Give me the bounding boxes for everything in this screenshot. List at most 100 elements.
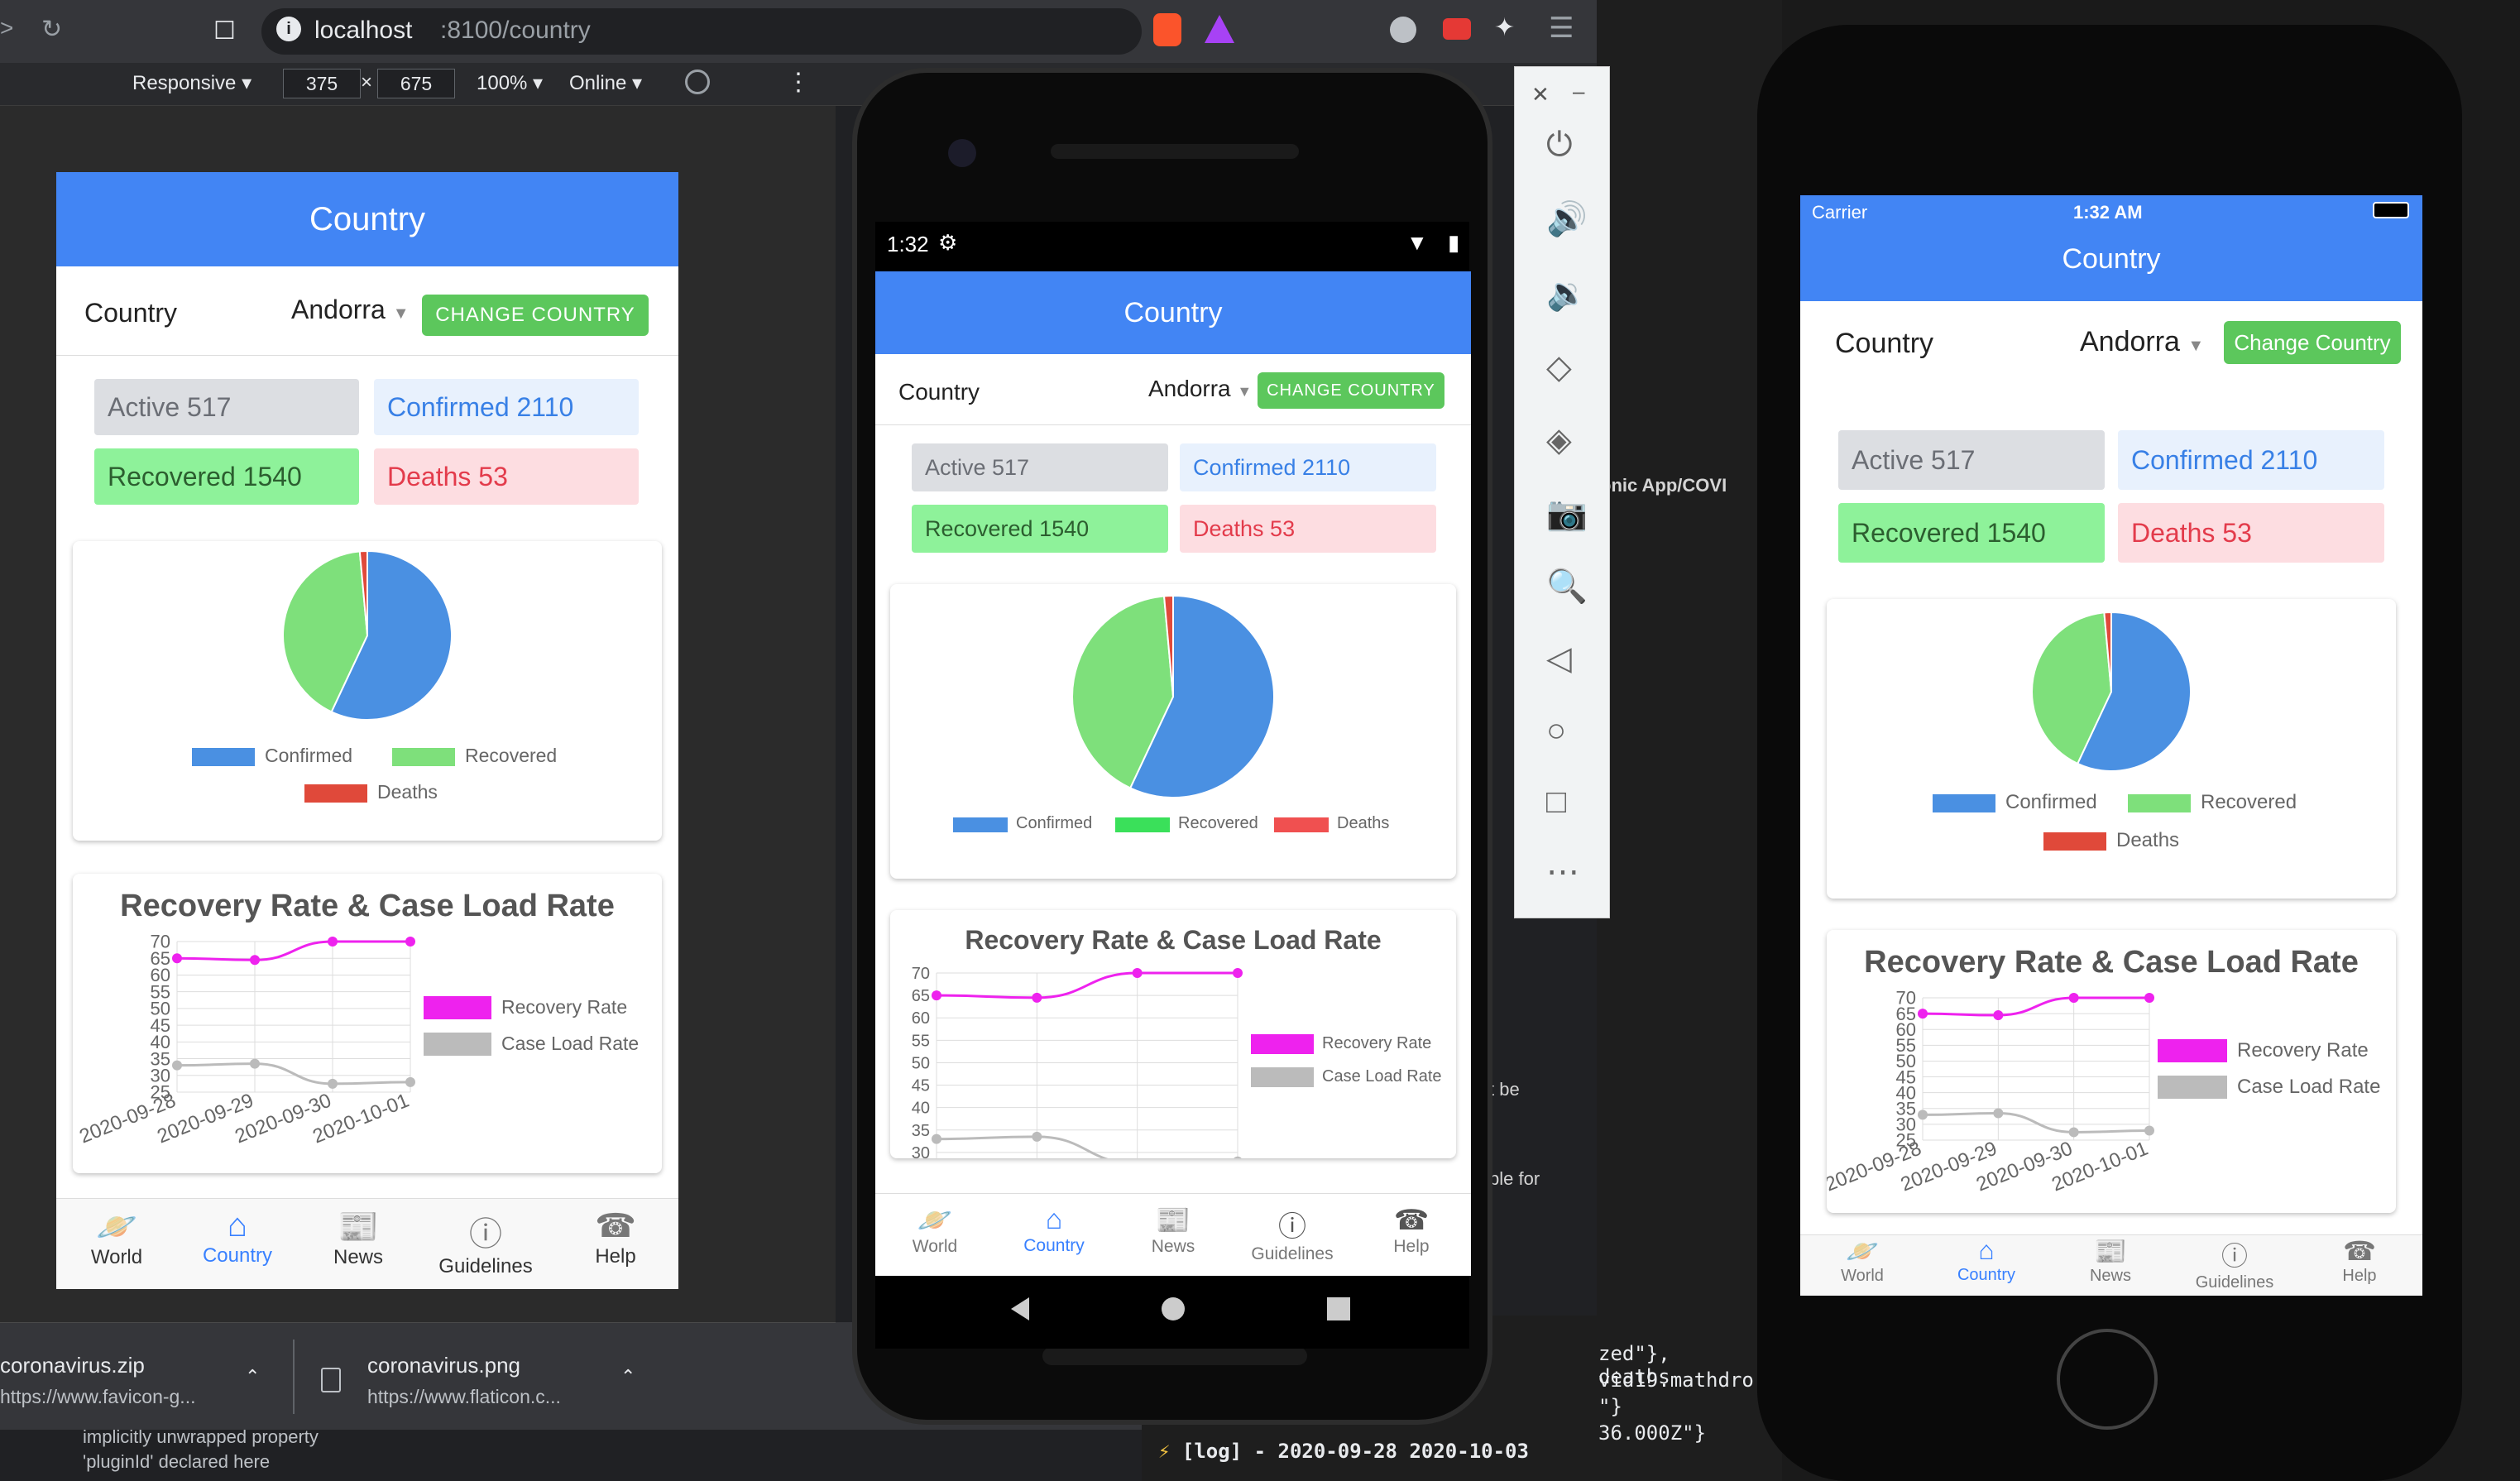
overview-icon[interactable] bbox=[1327, 1297, 1350, 1320]
download-item[interactable]: coronavirus.zip https://www.favicon-g...… bbox=[0, 1323, 290, 1431]
terminal-line: 36.000Z"} bbox=[1598, 1421, 1707, 1445]
info-circle-icon: ⓘ bbox=[469, 1216, 502, 1253]
back-icon[interactable]: ◁ bbox=[1546, 640, 1572, 678]
legend-label: Confirmed bbox=[265, 745, 353, 766]
tab-help[interactable]: ☎ Help bbox=[1352, 1204, 1471, 1257]
data-point bbox=[250, 955, 260, 966]
country-select[interactable]: Andorra ▼ bbox=[291, 295, 410, 325]
bookmark-icon[interactable]: ☐ bbox=[213, 17, 236, 46]
brave-shield-icon[interactable] bbox=[1153, 13, 1181, 46]
pie-card: Confirmed Recovered Deaths bbox=[73, 541, 662, 841]
data-point bbox=[2068, 993, 2079, 1003]
zoom-icon[interactable]: 🔍 bbox=[1546, 567, 1588, 606]
data-point bbox=[1032, 992, 1042, 1003]
legend-swatch-recovery bbox=[2158, 1039, 2227, 1062]
reload-icon[interactable]: ↻ bbox=[41, 15, 62, 44]
country-select-value: Andorra bbox=[1148, 376, 1231, 401]
tab-country[interactable]: ⌂ Country bbox=[177, 1207, 298, 1268]
change-country-button[interactable]: Change Country bbox=[2224, 321, 2401, 364]
width-input[interactable]: 375 bbox=[283, 69, 361, 98]
terminal-line: "} bbox=[1598, 1395, 1622, 1418]
active-stat: Active 517 bbox=[94, 379, 359, 435]
rotate-icon[interactable] bbox=[685, 69, 710, 94]
country-toolbar: Country Andorra ▼ CHANGE COUNTRY bbox=[56, 266, 678, 356]
tab-country[interactable]: ⌂ Country bbox=[994, 1204, 1114, 1256]
tab-news[interactable]: 📰 News bbox=[1114, 1204, 1233, 1257]
tab-world[interactable]: 🪐 World bbox=[1800, 1235, 1924, 1286]
extension-icon[interactable] bbox=[1390, 17, 1416, 43]
screenshot-icon[interactable]: 📷 bbox=[1546, 494, 1588, 533]
rotate-left-icon[interactable]: ◇ bbox=[1546, 348, 1572, 386]
chevron-up-icon[interactable]: ⌃ bbox=[620, 1366, 635, 1388]
page-title: Country bbox=[875, 271, 1471, 354]
brave-rewards-icon[interactable] bbox=[1205, 15, 1234, 43]
deaths-stat: Deaths 53 bbox=[1180, 505, 1436, 553]
camera-icon bbox=[948, 139, 976, 167]
home-button[interactable] bbox=[2057, 1329, 2158, 1430]
home-icon[interactable]: ○ bbox=[1546, 712, 1566, 750]
more-options-icon[interactable]: ⋮ bbox=[786, 68, 811, 97]
menu-icon[interactable]: ☰ bbox=[1549, 12, 1574, 45]
tab-label: Guidelines bbox=[1251, 1244, 1334, 1263]
tab-help[interactable]: ☎ Help bbox=[553, 1207, 678, 1268]
chevron-up-icon[interactable]: ⌃ bbox=[245, 1366, 260, 1388]
tab-label: News bbox=[1151, 1237, 1195, 1256]
back-icon[interactable] bbox=[1011, 1297, 1029, 1320]
change-country-button[interactable]: CHANGE COUNTRY bbox=[1258, 372, 1444, 409]
close-icon[interactable]: ✕ bbox=[1531, 82, 1550, 108]
legend-label: Deaths bbox=[377, 781, 438, 803]
data-point bbox=[932, 990, 941, 1001]
y-tick-label: 55 bbox=[912, 1032, 930, 1050]
tab-label: World bbox=[912, 1237, 958, 1256]
youtube-extension-icon[interactable] bbox=[1443, 18, 1471, 40]
height-input[interactable]: 675 bbox=[377, 69, 455, 98]
tab-help[interactable]: ☎ Help bbox=[2297, 1235, 2422, 1286]
legend-label: Recovered bbox=[465, 745, 558, 766]
puzzle-icon[interactable]: ✦ bbox=[1494, 13, 1515, 42]
home-button-icon[interactable] bbox=[1162, 1297, 1185, 1320]
power-icon[interactable]: ⏻ bbox=[1546, 127, 1573, 164]
zoom-select[interactable]: 100% ▾ bbox=[477, 71, 543, 95]
series-line-1 bbox=[1922, 1112, 2150, 1134]
info-icon[interactable]: i bbox=[276, 17, 301, 41]
volume-up-icon[interactable]: 🔊 bbox=[1546, 199, 1588, 238]
tab-world[interactable]: 🪐 World bbox=[875, 1204, 994, 1257]
y-tick-label: 65 bbox=[912, 987, 930, 1005]
country-select[interactable]: Andorra ▼ bbox=[2080, 326, 2204, 358]
download-item[interactable]: coronavirus.png https://www.flaticon.c..… bbox=[314, 1323, 662, 1431]
data-point bbox=[405, 1076, 415, 1087]
caret-down-icon: ▼ bbox=[392, 304, 410, 323]
active-stat: Active 517 bbox=[912, 443, 1168, 491]
ios-time: 1:32 AM bbox=[2073, 202, 2143, 223]
overview-icon[interactable]: □ bbox=[1546, 784, 1566, 821]
tab-guidelines[interactable]: ⓘ Guidelines bbox=[2173, 1235, 2297, 1292]
tab-news[interactable]: 📰 News bbox=[2048, 1235, 2173, 1286]
tab-news[interactable]: 📰 News bbox=[298, 1207, 419, 1269]
phone-icon: ☎ bbox=[2343, 1236, 2376, 1266]
tab-country[interactable]: ⌂ Country bbox=[1924, 1235, 2048, 1285]
download-name: coronavirus.png bbox=[367, 1353, 520, 1378]
data-point bbox=[1233, 1156, 1243, 1167]
tab-guidelines[interactable]: ⓘ Guidelines bbox=[419, 1207, 553, 1278]
address-bar[interactable]: i localhost :8100/country bbox=[261, 8, 1142, 55]
tab-world[interactable]: 🪐 World bbox=[56, 1207, 177, 1269]
download-url: https://www.favicon-g... bbox=[0, 1386, 196, 1407]
tab-guidelines[interactable]: ⓘ Guidelines bbox=[1233, 1204, 1352, 1264]
device-select[interactable]: Responsive ▾ bbox=[132, 71, 252, 95]
volume-down-icon[interactable]: 🔉 bbox=[1546, 274, 1588, 313]
newspaper-icon: 📰 bbox=[2094, 1236, 2127, 1266]
info-circle-icon: ⓘ bbox=[1278, 1211, 1306, 1243]
more-icon[interactable]: ⋯ bbox=[1546, 853, 1579, 891]
tab-bar: 🪐 World ⌂ Country 📰 News ⓘ Guidelines ☎ Help bbox=[875, 1193, 1471, 1276]
minimize-icon[interactable]: – bbox=[1573, 79, 1584, 104]
forward-icon[interactable]: > bbox=[0, 15, 13, 41]
speaker-grille bbox=[1042, 1347, 1307, 1365]
legend-swatch-recovered bbox=[1115, 817, 1170, 832]
country-select[interactable]: Andorra ▼ bbox=[1148, 376, 1252, 402]
network-select[interactable]: Online ▾ bbox=[569, 71, 642, 95]
change-country-button[interactable]: CHANGE COUNTRY bbox=[422, 295, 649, 336]
tab-label: Country bbox=[202, 1244, 273, 1267]
rotate-right-icon[interactable]: ◈ bbox=[1546, 421, 1572, 459]
data-point bbox=[1993, 1108, 2004, 1119]
legend-swatch-caseload bbox=[1251, 1067, 1314, 1087]
